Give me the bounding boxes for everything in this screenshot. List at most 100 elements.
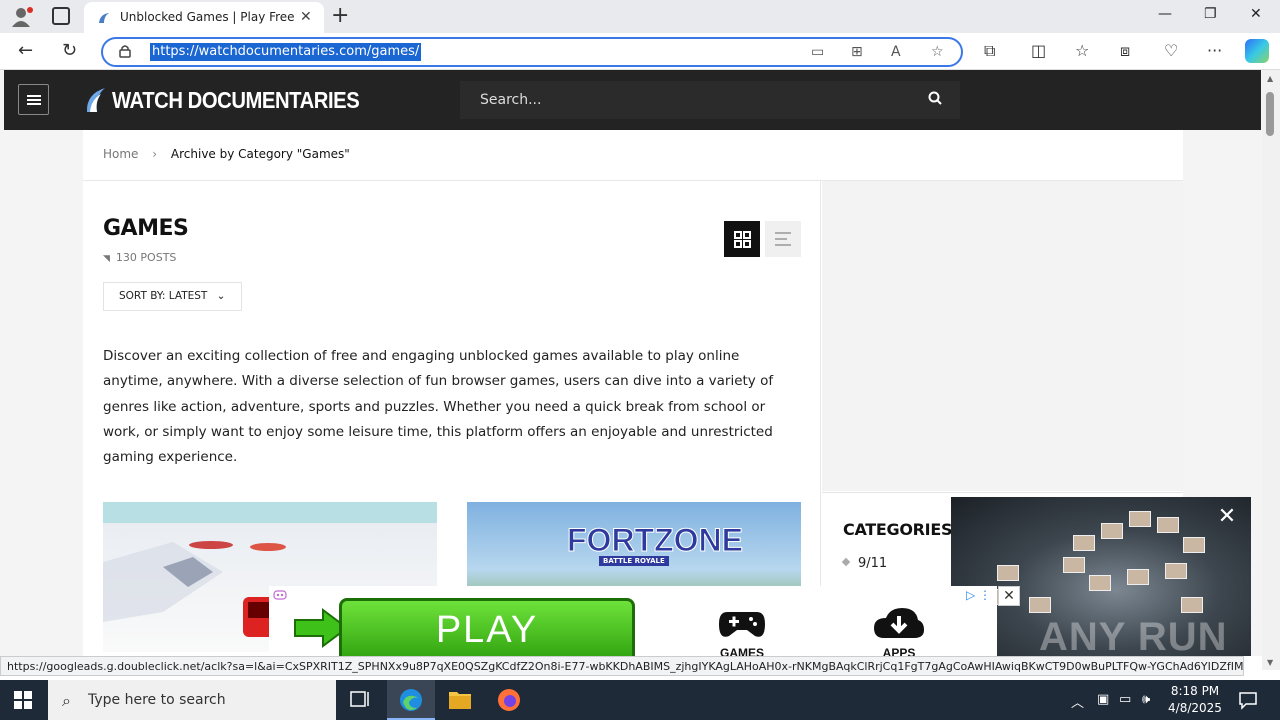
clock-date: 4/8/2025 xyxy=(1168,701,1222,715)
main-column: GAMES ◥ 130 POSTS SORT BY: LATEST ⌄ Disc… xyxy=(83,181,821,656)
page-title: GAMES xyxy=(103,216,189,241)
back-icon[interactable]: ← xyxy=(18,40,33,61)
list-view-button[interactable] xyxy=(765,221,801,257)
apps-grid-icon[interactable]: ⊞ xyxy=(851,44,863,60)
taskbar-search-placeholder: Type here to search xyxy=(88,692,226,708)
copilot-icon[interactable] xyxy=(1245,39,1269,63)
collections-icon[interactable]: ⧈ xyxy=(1120,41,1130,61)
games-link[interactable]: GAMES xyxy=(712,606,772,656)
sort-label: SORT BY: LATEST xyxy=(119,290,208,302)
logo-icon[interactable] xyxy=(84,86,108,114)
ad-image xyxy=(997,565,1019,581)
ad-image xyxy=(1029,597,1051,613)
gamepad-icon xyxy=(719,612,765,637)
grid-view-button[interactable] xyxy=(724,221,760,257)
app-available-icon[interactable]: ▭ xyxy=(811,44,824,60)
category-description: Discover an exciting collection of free … xyxy=(103,348,774,466)
network-icon[interactable]: ▭ xyxy=(1119,692,1131,707)
windows-start-icon[interactable] xyxy=(14,691,32,709)
url-text[interactable]: https://watchdocumentaries.com/games/ xyxy=(150,43,422,61)
category-label[interactable]: 9/11 xyxy=(858,556,887,571)
taskbar: ⌕ Type here to search ︿ ▣ ▭ 🕪 8:18 PM 4/… xyxy=(0,680,1280,720)
lock-icon[interactable] xyxy=(119,44,131,58)
minimize-icon[interactable]: — xyxy=(1158,6,1172,22)
breadcrumb: Home › Archive by Category "Games" xyxy=(103,147,350,161)
search-icon: ⌕ xyxy=(62,691,71,710)
refresh-icon[interactable]: ↻ xyxy=(62,40,77,61)
notifications-icon[interactable] xyxy=(1238,690,1258,710)
ad-image xyxy=(1127,569,1149,585)
sidebar-ad-slot xyxy=(822,181,1183,491)
banner-ad-close-icon[interactable]: ✕ xyxy=(998,586,1020,606)
breadcrumb-current: Archive by Category "Games" xyxy=(170,147,350,161)
menu-hamburger-icon[interactable] xyxy=(18,84,49,115)
rss-icon: ◥ xyxy=(103,254,110,264)
page-scrollbar[interactable]: ▲ ▼ xyxy=(1262,70,1280,670)
tab-close-icon[interactable]: ✕ xyxy=(300,9,312,25)
address-field[interactable]: https://watchdocumentaries.com/games/ ▭ … xyxy=(101,37,963,67)
apps-link[interactable]: APPS xyxy=(869,606,929,656)
ad-image xyxy=(1165,563,1187,579)
taskbar-clock[interactable]: 8:18 PM 4/8/2025 xyxy=(1160,683,1230,717)
new-tab-icon[interactable]: + xyxy=(331,3,349,28)
grid-icon xyxy=(734,231,751,248)
ad-image xyxy=(1157,517,1179,533)
scroll-up-icon[interactable]: ▲ xyxy=(1267,74,1273,83)
cloud-download-icon xyxy=(874,608,924,638)
browser-tab-bar: Unblocked Games | Play Free Games ✕ + — … xyxy=(0,0,1280,33)
taskbar-search[interactable]: ⌕ Type here to search xyxy=(48,680,336,720)
restore-icon[interactable]: ❐ xyxy=(1204,6,1217,22)
split-screen-icon[interactable]: ◫ xyxy=(1031,41,1046,60)
tab-title: Unblocked Games | Play Free Games xyxy=(120,10,296,24)
volume-icon[interactable]: 🕪 xyxy=(1142,692,1150,707)
ad-image xyxy=(1129,511,1151,527)
breadcrumb-home[interactable]: Home xyxy=(103,147,138,161)
address-toolbar: ← ↻ https://watchdocumentaries.com/games… xyxy=(0,33,1280,70)
more-menu-icon[interactable]: ··· xyxy=(1207,41,1222,60)
list-icon xyxy=(775,232,791,246)
adchoices-icon[interactable]: ▷ ⋮ xyxy=(966,588,991,602)
site-search-input[interactable] xyxy=(460,81,900,119)
ad-image xyxy=(1063,557,1085,573)
video-ad-close-icon[interactable]: ✕ xyxy=(1213,503,1241,531)
read-aloud-icon[interactable]: A xyxy=(891,44,901,60)
tab-actions-icon[interactable] xyxy=(52,7,70,25)
play-button[interactable]: PLAY xyxy=(339,598,635,656)
logo-text[interactable]: WATCH DOCUMENTARIES xyxy=(112,87,360,114)
ad-marker-icon xyxy=(273,590,287,600)
breadcrumb-separator: › xyxy=(152,147,158,161)
firefox-icon[interactable] xyxy=(485,680,533,720)
chevron-down-icon: ⌄ xyxy=(216,290,226,302)
ad-image xyxy=(1089,575,1111,591)
favorite-star-icon[interactable]: ☆ xyxy=(931,44,944,60)
apps-label: APPS xyxy=(882,646,916,656)
categories-heading: CATEGORIES xyxy=(843,520,953,539)
search-icon[interactable] xyxy=(928,91,942,105)
site-header: WATCH DOCUMENTARIES xyxy=(4,70,1261,130)
ad-image xyxy=(1073,535,1095,551)
ad-image xyxy=(1183,537,1205,553)
task-view-icon[interactable] xyxy=(336,680,384,720)
scrollbar-thumb[interactable] xyxy=(1266,92,1274,136)
site-favicon-icon xyxy=(99,13,109,23)
file-explorer-icon[interactable] xyxy=(436,680,484,720)
edge-icon[interactable] xyxy=(387,680,435,720)
banner-ad[interactable]: PLAY GAMES APPS ▷ ⋮ xyxy=(269,586,997,656)
favorites-icon[interactable]: ☆ xyxy=(1075,41,1089,60)
tray-chevron-icon[interactable]: ︿ xyxy=(1071,692,1084,711)
browser-essentials-icon[interactable]: ♡ xyxy=(1164,41,1178,60)
profile-icon[interactable] xyxy=(10,6,34,28)
post-count-text: 130 POSTS xyxy=(115,251,177,264)
extensions-icon[interactable]: ⧉ xyxy=(984,41,995,61)
category-link[interactable]: 9/11 xyxy=(841,556,887,571)
scroll-down-icon[interactable]: ▼ xyxy=(1267,658,1273,667)
thumbnail-logo: FORTZONE xyxy=(567,522,744,559)
bullet-icon xyxy=(841,557,851,567)
tab-active[interactable]: Unblocked Games | Play Free Games ✕ xyxy=(84,2,324,33)
ad-image xyxy=(1181,597,1203,613)
window-close-icon[interactable]: ✕ xyxy=(1250,6,1262,22)
meet-now-icon[interactable]: ▣ xyxy=(1097,692,1109,707)
games-label: GAMES xyxy=(719,646,764,656)
sort-dropdown[interactable]: SORT BY: LATEST ⌄ xyxy=(103,282,242,311)
page-viewport: WATCH DOCUMENTARIES Home › Archive by Ca… xyxy=(0,70,1262,656)
